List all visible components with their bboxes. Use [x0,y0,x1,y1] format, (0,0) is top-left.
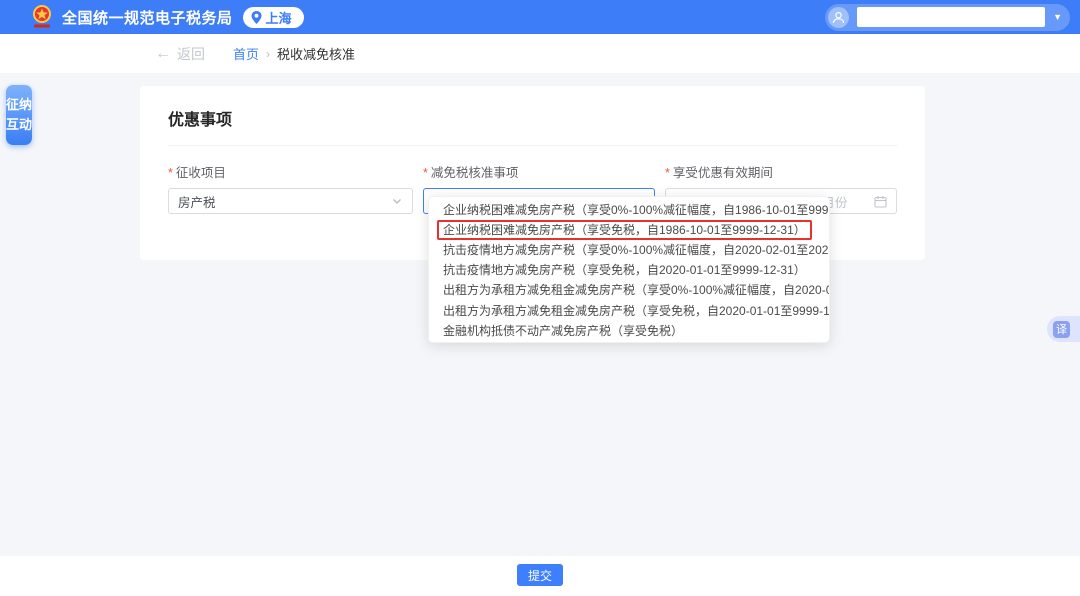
field-label: *享受优惠有效期间 [665,162,897,181]
dropdown-option[interactable]: 出租方为承租方减免租金减免房产税（享受免税，自2020-01-01至9999-1… [429,300,829,320]
location-badge[interactable]: 上海 [243,7,304,28]
dropdown-option[interactable]: 抗击疫情地方减免房产税（享受0%-100%减征幅度，自2020-02-01至20… [429,240,829,260]
dropdown-option[interactable]: 金融机构抵债不动产减免房产税（享受免税） [429,321,829,341]
required-mark: * [665,166,670,180]
app-header: 全国统一规范电子税务局 上海 [0,0,1080,34]
required-mark: * [423,166,428,180]
tax-bureau-emblem-logo [30,4,54,30]
app-title: 全国统一规范电子税务局 [62,7,233,28]
user-avatar [828,7,849,28]
field-label: *减免税核准事项 [423,162,655,181]
required-mark: * [168,166,173,180]
user-name-field[interactable] [857,7,1045,27]
breadcrumb-home[interactable]: 首页 [233,44,259,63]
field-collection-item: *征收项目 房产税 [168,162,413,214]
dropdown-option[interactable]: 出租方为承租方减免租金减免房产税（享受0%-100%减征幅度，自2020-01-… [429,280,829,300]
chevron-down-icon [391,195,403,207]
dropdown-option[interactable]: 抗击疫情地方减免房产税（享受免税，自2020-01-01至9999-12-31） [429,260,829,280]
breadcrumb-current: 税收减免核准 [277,44,355,63]
breadcrumb: 返回 首页 › 税收减免核准 [0,34,1080,73]
footer-bar: 提交 [0,556,1080,596]
section-title: 优惠事项 [140,86,925,145]
selected-value: 房产税 [178,192,387,211]
translate-fab[interactable]: 译 [1047,316,1080,342]
field-label: *征收项目 [168,162,413,181]
user-menu-caret-icon[interactable] [1053,13,1062,22]
side-tab-label: 征纳互动 [6,95,32,135]
location-pin-icon [251,11,262,24]
user-widget[interactable] [825,4,1070,31]
breadcrumb-separator: › [266,47,270,61]
translate-icon: 译 [1053,321,1070,338]
submit-button[interactable]: 提交 [517,564,563,586]
person-icon [832,11,845,24]
location-label: 上海 [266,8,292,27]
back-arrow-icon[interactable] [155,45,171,63]
calendar-icon [874,195,887,208]
collection-item-select[interactable]: 房产税 [168,188,413,214]
dropdown-option-highlighted[interactable]: 企业纳税困难减免房产税（享受免税，自1986-10-01至9999-12-31） [429,220,829,240]
dropdown-list: 企业纳税困难减免房产税（享受0%-100%减征幅度，自1986-10-01至99… [428,196,830,343]
dropdown-option[interactable]: 企业纳税困难减免房产税（享受0%-100%减征幅度，自1986-10-01至99… [429,200,829,220]
interaction-side-tab[interactable]: 征纳互动 [6,85,32,145]
back-button[interactable]: 返回 [177,44,205,64]
